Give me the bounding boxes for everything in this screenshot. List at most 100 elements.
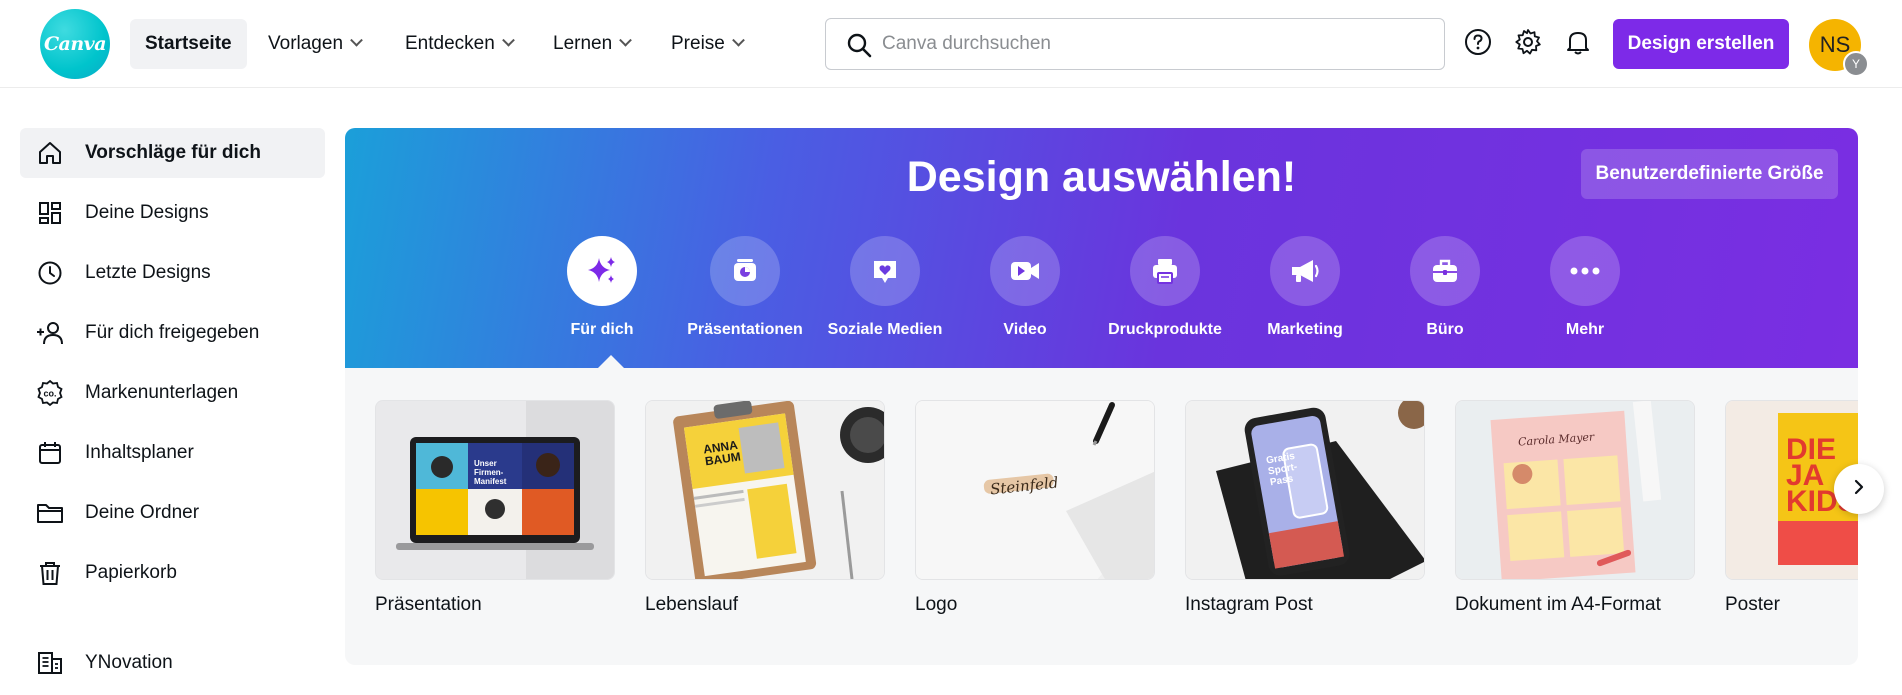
presentation-icon bbox=[710, 236, 780, 306]
category-fuer-dich[interactable]: Für dich bbox=[537, 236, 667, 339]
bell-icon[interactable] bbox=[1562, 26, 1594, 58]
sidebar-item-label: Markenunterlagen bbox=[85, 382, 239, 403]
chevron-down-icon bbox=[501, 33, 515, 47]
chevron-right-icon bbox=[1852, 479, 1866, 500]
template-card-logo[interactable]: Steinfeld Logo bbox=[915, 400, 1155, 616]
sidebar-item-label: Letzte Designs bbox=[85, 262, 211, 283]
template-thumbnail: Steinfeld bbox=[915, 400, 1155, 580]
sidebar-item-papierkorb[interactable]: Papierkorb bbox=[20, 548, 325, 598]
top-bar: Canva Startseite Vorlagen Entdecken Lern… bbox=[0, 0, 1902, 88]
sidebar-item-label: Für dich freigegeben bbox=[85, 322, 260, 343]
nav-vorlagen-label: Vorlagen bbox=[268, 33, 344, 54]
sidebar-item-team[interactable]: YNovation bbox=[20, 638, 325, 688]
category-mehr[interactable]: Mehr bbox=[1520, 236, 1650, 339]
sidebar-item-label: Deine Designs bbox=[85, 202, 209, 223]
search-icon bbox=[846, 32, 872, 63]
logo-text: Canva bbox=[43, 33, 107, 55]
video-icon bbox=[990, 236, 1060, 306]
template-thumbnail: Carola Mayer bbox=[1455, 400, 1695, 580]
folder-icon bbox=[35, 498, 65, 528]
thumbnail-text: Unser Firmen- Manifest bbox=[474, 459, 507, 486]
chevron-down-icon bbox=[731, 33, 745, 47]
category-buero[interactable]: Büro bbox=[1380, 236, 1510, 339]
clock-icon bbox=[35, 258, 65, 288]
thumbnail-text: Gratis Sport- Pass bbox=[1265, 450, 1299, 489]
custom-size-button[interactable]: Benutzerdefinierte Größe bbox=[1581, 149, 1838, 199]
template-thumbnail: Unser Firmen- Manifest bbox=[375, 400, 615, 580]
heart-chat-icon bbox=[850, 236, 920, 306]
canva-logo[interactable]: Canva bbox=[40, 9, 110, 79]
more-icon bbox=[1550, 236, 1620, 306]
template-label: Lebenslauf bbox=[645, 594, 738, 615]
nav-lernen[interactable]: Lernen bbox=[538, 19, 645, 69]
sidebar-item-deine-designs[interactable]: Deine Designs bbox=[20, 188, 325, 238]
nav-preise[interactable]: Preise bbox=[656, 19, 758, 69]
category-druckprodukte[interactable]: Druckprodukte bbox=[1100, 236, 1230, 339]
gear-icon[interactable] bbox=[1512, 26, 1544, 58]
template-label: Dokument im A4-Format bbox=[1455, 594, 1661, 615]
template-label: Instagram Post bbox=[1185, 594, 1313, 615]
nav-entdecken-label: Entdecken bbox=[405, 33, 495, 54]
chevron-down-icon bbox=[350, 33, 363, 47]
category-video[interactable]: Video bbox=[960, 236, 1090, 339]
template-card-poster[interactable]: DIE JA KIDS Poster bbox=[1725, 400, 1858, 616]
help-icon[interactable] bbox=[1462, 26, 1494, 58]
carousel-next-button[interactable] bbox=[1834, 464, 1884, 514]
template-card-instagram[interactable]: Gratis Sport- Pass Instagram Post bbox=[1185, 400, 1425, 616]
sparkle-icon bbox=[567, 236, 637, 306]
category-label: Druckprodukte bbox=[1108, 321, 1222, 338]
svg-text:co.: co. bbox=[43, 389, 56, 399]
shared-users-icon bbox=[35, 318, 65, 348]
category-label: Büro bbox=[1426, 321, 1464, 338]
category-soziale-medien[interactable]: Soziale Medien bbox=[820, 236, 950, 339]
sidebar-item-inhaltsplaner[interactable]: Inhaltsplaner bbox=[20, 428, 325, 478]
category-praesentationen[interactable]: Präsentationen bbox=[680, 236, 810, 339]
template-thumbnail: Gratis Sport- Pass bbox=[1185, 400, 1425, 580]
category-marketing[interactable]: Marketing bbox=[1240, 236, 1370, 339]
thumbnail-text: ANNA BAUM bbox=[702, 437, 742, 469]
active-category-pointer bbox=[597, 355, 625, 369]
brand-icon: co. bbox=[35, 378, 65, 408]
category-label: Für dich bbox=[570, 321, 634, 338]
briefcase-icon bbox=[1410, 236, 1480, 306]
create-design-button[interactable]: Design erstellen bbox=[1613, 19, 1789, 69]
design-banner: Design auswählen! Benutzerdefinierte Grö… bbox=[345, 128, 1858, 368]
sidebar-item-label: Inhaltsplaner bbox=[85, 442, 194, 463]
nav-preise-label: Preise bbox=[671, 33, 725, 54]
template-card-praesentation[interactable]: Unser Firmen- Manifest Präsentation bbox=[375, 400, 615, 616]
sidebar-item-vorschlaege[interactable]: Vorschläge für dich bbox=[20, 128, 325, 178]
category-label: Präsentationen bbox=[687, 321, 803, 338]
sidebar-item-label: Papierkorb bbox=[85, 562, 177, 583]
sidebar-item-label: Deine Ordner bbox=[85, 502, 200, 523]
sidebar-item-label: Vorschläge für dich bbox=[85, 142, 261, 163]
grid-icon bbox=[35, 198, 65, 228]
building-icon bbox=[35, 648, 65, 678]
sidebar-item-freigegeben[interactable]: Für dich freigegeben bbox=[20, 308, 325, 358]
category-label: Marketing bbox=[1267, 321, 1343, 338]
sidebar-team-label: YNovation bbox=[85, 652, 173, 673]
sidebar-item-markenunterlagen[interactable]: co. Markenunterlagen bbox=[20, 368, 325, 418]
template-label: Poster bbox=[1725, 594, 1780, 615]
home-icon bbox=[35, 138, 65, 168]
main-panel: Design auswählen! Benutzerdefinierte Grö… bbox=[345, 128, 1858, 665]
printer-icon bbox=[1130, 236, 1200, 306]
sidebar-item-letzte-designs[interactable]: Letzte Designs bbox=[20, 248, 325, 298]
calendar-icon bbox=[35, 438, 65, 468]
template-label: Logo bbox=[915, 594, 958, 615]
template-label: Präsentation bbox=[375, 594, 482, 615]
template-card-a4-dokument[interactable]: Carola Mayer Dokument im A4-Format bbox=[1455, 400, 1695, 616]
template-thumbnail: ANNA BAUM bbox=[645, 400, 885, 580]
nav-startseite-label: Startseite bbox=[145, 33, 232, 54]
avatar[interactable]: NS Y bbox=[1809, 19, 1869, 77]
category-label: Mehr bbox=[1565, 321, 1605, 338]
megaphone-icon bbox=[1270, 236, 1340, 306]
search-box[interactable] bbox=[825, 18, 1445, 70]
category-label: Video bbox=[1003, 321, 1047, 338]
nav-startseite[interactable]: Startseite bbox=[130, 19, 247, 69]
sidebar-item-deine-ordner[interactable]: Deine Ordner bbox=[20, 488, 325, 538]
category-label: Soziale Medien bbox=[827, 321, 943, 338]
template-card-lebenslauf[interactable]: ANNA BAUM Lebenslauf bbox=[645, 400, 885, 616]
nav-entdecken[interactable]: Entdecken bbox=[390, 19, 528, 69]
search-input[interactable] bbox=[882, 29, 1422, 59]
nav-vorlagen[interactable]: Vorlagen bbox=[253, 19, 376, 69]
